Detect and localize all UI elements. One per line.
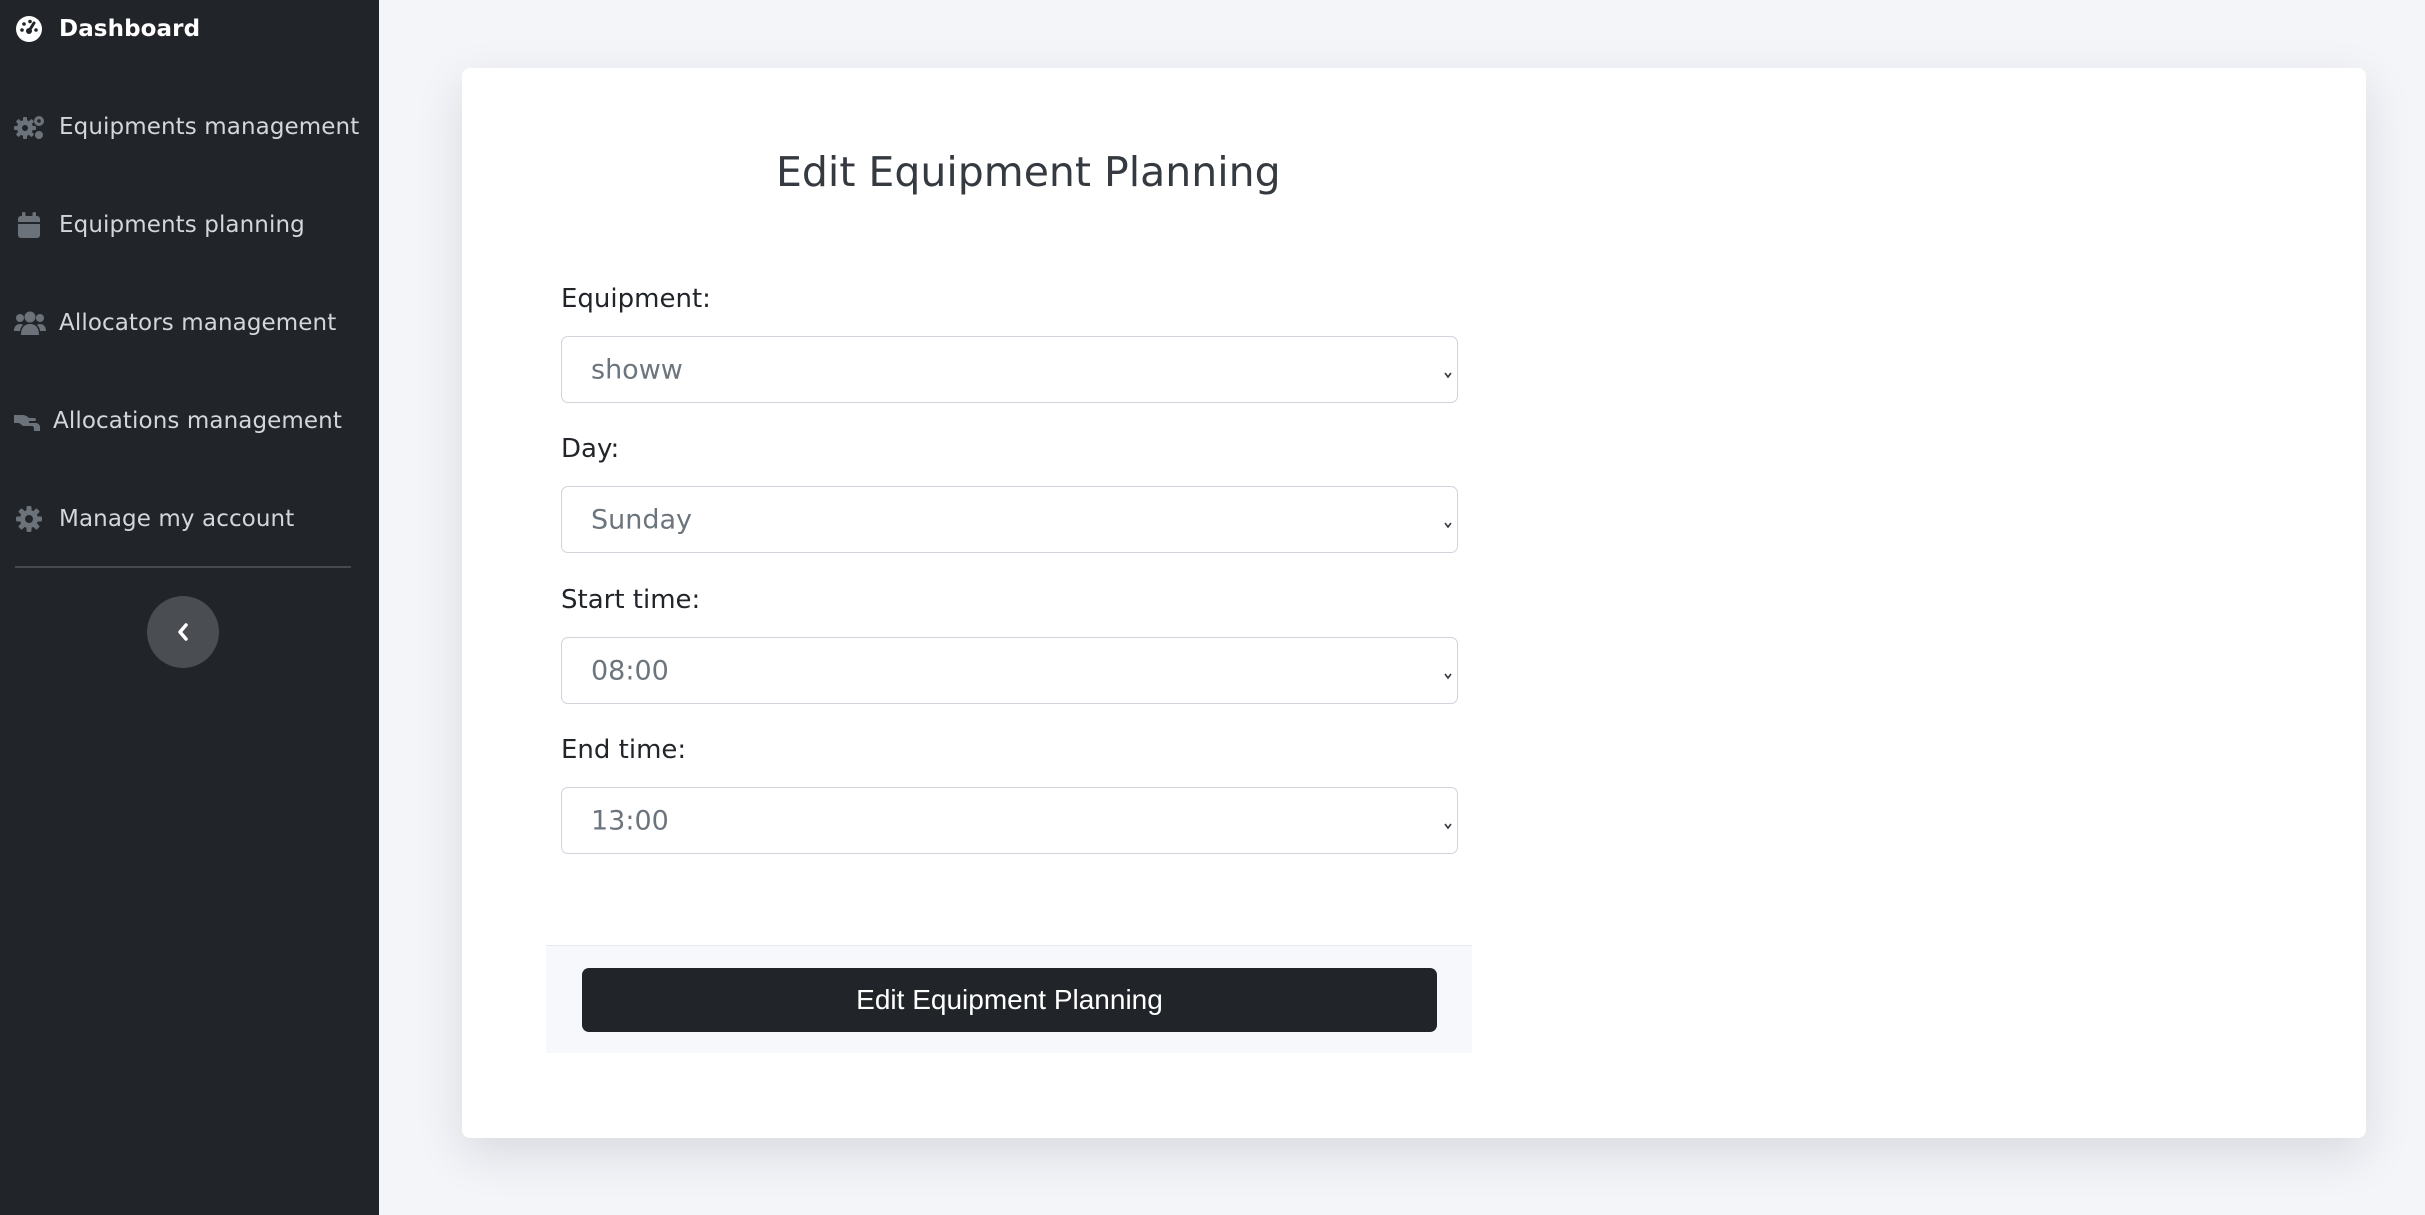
- sidebar-item-label: Allocations management: [53, 408, 342, 434]
- sidebar-item-allocators-management[interactable]: Allocators management: [0, 295, 379, 351]
- sidebar-item-manage-my-account[interactable]: Manage my account: [0, 491, 379, 547]
- sidebar: Dashboard Equipments management Equipmen…: [0, 0, 379, 1215]
- sidebar-item-label: Equipments management: [59, 114, 360, 140]
- sidebar-item-equipments-planning[interactable]: Equipments planning: [0, 197, 379, 253]
- gauge-icon: [14, 14, 44, 44]
- day-select-value: Sunday: [591, 504, 693, 535]
- end-time-label: End time:: [561, 735, 687, 765]
- chevron-down-icon: [1443, 365, 1453, 378]
- sidebar-item-dashboard[interactable]: Dashboard: [0, 1, 379, 57]
- gears-icon: [14, 113, 46, 141]
- start-time-label: Start time:: [561, 585, 701, 615]
- sidebar-item-equipments-management[interactable]: Equipments management: [0, 99, 379, 155]
- start-time-select-value: 08:00: [591, 655, 669, 686]
- sidebar-item-label: Allocators management: [59, 310, 337, 336]
- day-select[interactable]: Sunday: [561, 486, 1458, 553]
- edit-planning-button-label: Edit Equipment Planning: [856, 984, 1163, 1015]
- chevron-down-icon: [1443, 515, 1453, 528]
- sidebar-item-label: Dashboard: [59, 16, 201, 42]
- equipment-label: Equipment:: [561, 284, 711, 314]
- equipment-select[interactable]: showw: [561, 336, 1458, 403]
- page-title: Edit Equipment Planning: [776, 148, 1281, 196]
- day-label: Day:: [561, 434, 620, 464]
- equipment-select-value: showw: [591, 354, 683, 385]
- calendar-icon: [18, 212, 40, 238]
- sidebar-collapse-button[interactable]: [147, 596, 219, 668]
- gear-icon: [16, 506, 42, 532]
- edit-planning-button[interactable]: Edit Equipment Planning: [582, 968, 1437, 1032]
- sidebar-divider: [15, 566, 351, 568]
- hand-holding-icon: [14, 411, 40, 431]
- chevron-down-icon: [1443, 816, 1453, 829]
- start-time-select[interactable]: 08:00: [561, 637, 1458, 704]
- end-time-select[interactable]: 13:00: [561, 787, 1458, 854]
- chevron-down-icon: [1443, 666, 1453, 679]
- end-time-select-value: 13:00: [591, 805, 669, 836]
- sidebar-item-label: Equipments planning: [59, 212, 305, 238]
- chevron-left-icon: [176, 622, 190, 642]
- users-icon: [14, 311, 46, 335]
- sidebar-item-label: Manage my account: [59, 506, 295, 532]
- sidebar-item-allocations-management[interactable]: Allocations management: [0, 393, 379, 449]
